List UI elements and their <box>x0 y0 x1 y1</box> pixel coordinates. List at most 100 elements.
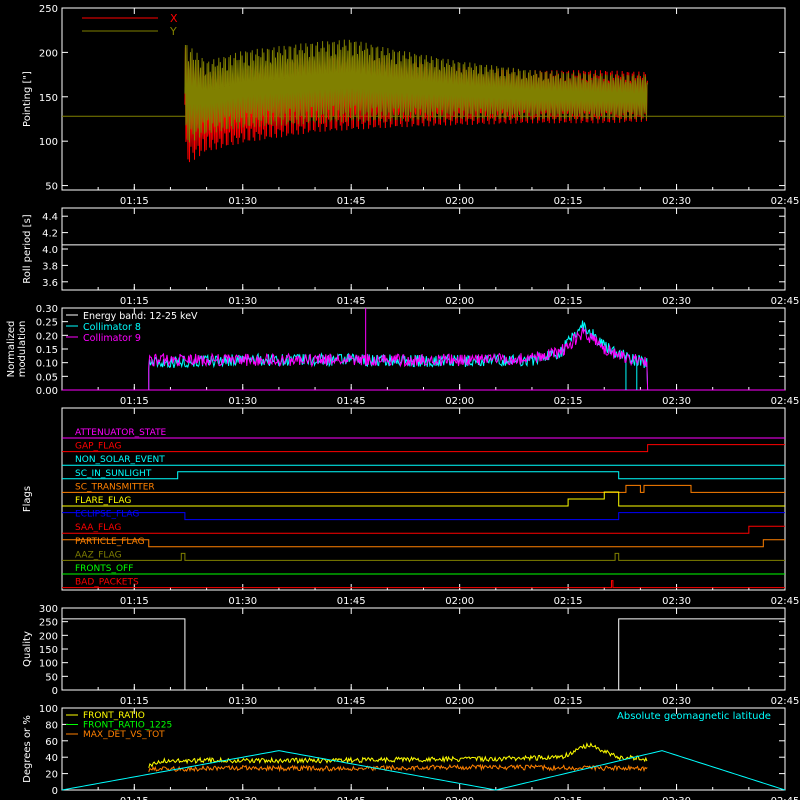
modulation-xtick-label: 02:15 <box>554 396 583 407</box>
flags-xtick-label: 01:15 <box>120 596 149 607</box>
ratios-xtick-label: 02:30 <box>662 796 691 800</box>
quality-ytick-label: 50 <box>45 672 58 683</box>
modulation-xtick-label: 01:15 <box>120 396 149 407</box>
flags-xtick-label: 01:45 <box>337 596 366 607</box>
modulation-ytick-label: 0.25 <box>36 318 58 329</box>
quality-xtick-label: 01:45 <box>337 696 366 707</box>
ratios-ytick-label: 20 <box>45 770 58 781</box>
flag-label-eclipse_flag: ECLIPSE_FLAG <box>75 510 139 520</box>
rhessi-quicklook-chart: 01:15 01:30 01:45 02:00 02:15 02:30 02:45 50 100… <box>0 0 800 800</box>
flag-label-flare_flag: FLARE_FLAG <box>75 496 131 506</box>
quality-ytick-label: 300 <box>39 604 58 615</box>
flag-label-non_solar_event: NON_SOLAR_EVENT <box>75 455 165 465</box>
ratio-legend-label: MAX_DET_VS_TOT <box>83 730 165 740</box>
flag-label-bad_packets: BAD_PACKETS <box>75 578 139 588</box>
modulation-xtick-label: 02:45 <box>771 396 800 407</box>
legend-label-x: X <box>170 12 178 25</box>
ratios-ytick-label: 80 <box>45 720 58 731</box>
legend-label-y: Y <box>169 25 177 38</box>
flags-xtick-label: 02:00 <box>445 596 474 607</box>
roll-ytick-label: 4.0 <box>42 245 58 256</box>
modulation-ylabel-line2: modulation <box>17 321 28 378</box>
roll-xtick-label: 01:45 <box>337 296 366 307</box>
ratio-legend-label: FRONT_RATIO_1225 <box>83 721 172 731</box>
quality-xtick-label: 02:30 <box>662 696 691 707</box>
roll-ytick-label: 3.6 <box>42 278 58 289</box>
quality-ytick-label: 100 <box>39 659 58 670</box>
roll-ytick-label: 4.2 <box>42 229 58 240</box>
pointing-xtick-label: 02:30 <box>662 196 691 207</box>
flags-xtick-label: 02:30 <box>662 596 691 607</box>
modulation-xtick-label: 02:30 <box>662 396 691 407</box>
modulation-xtick-label: 01:30 <box>228 396 257 407</box>
modulation-ytick-label: 0.20 <box>36 331 58 342</box>
geomagnetic-latitude-label: Absolute geomagnetic latitude <box>617 711 771 722</box>
roll-xtick-label: 02:45 <box>771 296 800 307</box>
flag-label-saa_flag: SAA_FLAG <box>75 523 121 533</box>
flag-label-sc_transmitter: SC_TRANSMITTER <box>75 482 155 492</box>
modulation-xtick-label: 02:00 <box>445 396 474 407</box>
pointing-xtick-label: 01:30 <box>228 196 257 207</box>
ratios-ylabel: Degrees or % <box>22 715 33 783</box>
roll-ylabel: Roll period [s] <box>22 214 33 283</box>
ratios-ytick-label: 100 <box>39 704 58 715</box>
modulation-ytick-label: 0.05 <box>36 372 58 383</box>
modulation-ytick-label: 0.10 <box>36 359 58 370</box>
pointing-ytick-label: 250 <box>39 4 58 15</box>
pointing-ytick-label: 150 <box>39 93 58 104</box>
pointing-ytick-label: 100 <box>39 137 58 148</box>
ratio-legend-label: FRONT_RATIO <box>83 711 145 721</box>
ratios-ytick-label: 40 <box>45 753 58 764</box>
flags-xtick-label: 02:15 <box>554 596 583 607</box>
quality-xtick-label: 02:45 <box>771 696 800 707</box>
modulation-legend-label: Collimator 8 <box>83 322 141 333</box>
flag-label-sc_in_sunlight: SC_IN_SUNLIGHT <box>75 469 152 479</box>
roll-ytick-label: 4.4 <box>42 212 58 223</box>
modulation-legend-label: Energy band: 12-25 keV <box>83 311 198 322</box>
quality-xtick-label: 01:30 <box>228 696 257 707</box>
quality-xtick-label: 02:15 <box>554 696 583 707</box>
roll-xtick-label: 01:15 <box>120 296 149 307</box>
modulation-ytick-label: 0.30 <box>36 304 58 315</box>
pointing-ylabel: Pointing ["] <box>22 71 33 127</box>
flag-label-gap_flag: GAP_FLAG <box>75 442 121 452</box>
quality-xtick-label: 01:15 <box>120 696 149 707</box>
ratios-xtick-label: 02:00 <box>445 796 474 800</box>
quality-ytick-label: 150 <box>39 645 58 656</box>
flag-label-attenuator_state: ATTENUATOR_STATE <box>75 428 167 438</box>
roll-xtick-label: 02:15 <box>554 296 583 307</box>
modulation-xtick-label: 01:45 <box>337 396 366 407</box>
modulation-ytick-label: 0.15 <box>36 345 58 356</box>
flags-xtick-label: 02:45 <box>771 596 800 607</box>
pointing-xtick-label: 02:45 <box>771 196 800 207</box>
flag-label-particle_flag: PARTICLE_FLAG <box>75 537 145 547</box>
ratios-ytick-label: 60 <box>45 737 58 748</box>
quality-ylabel: Quality <box>22 631 33 667</box>
flag-label-fronts_off: FRONTS_OFF <box>75 564 133 574</box>
ratios-xtick-label: 01:30 <box>228 796 257 800</box>
quality-ytick-label: 200 <box>39 631 58 642</box>
roll-xtick-label: 02:00 <box>445 296 474 307</box>
ratios-xtick-label: 01:45 <box>337 796 366 800</box>
pointing-xtick-label: 01:45 <box>337 196 366 207</box>
ratios-xtick-label: 02:15 <box>554 796 583 800</box>
ratios-xtick-label: 01:15 <box>120 796 149 800</box>
quality-xtick-label: 02:00 <box>445 696 474 707</box>
roll-xtick-label: 02:30 <box>662 296 691 307</box>
quality-ytick-label: 0 <box>52 686 58 697</box>
flags-xtick-label: 01:30 <box>228 596 257 607</box>
quality-ytick-label: 250 <box>39 618 58 629</box>
pointing-ytick-label: 200 <box>39 48 58 59</box>
flags-ylabel: Flags <box>22 486 33 512</box>
modulation-ylabel-line1: Normalized <box>6 321 17 378</box>
pointing-ytick-label: 50 <box>45 182 58 193</box>
modulation-legend-label: Collimator 9 <box>83 333 141 344</box>
pointing-xtick-label: 02:00 <box>445 196 474 207</box>
modulation-ytick-label: 0.00 <box>36 386 58 397</box>
ratios-xtick-label: 02:45 <box>771 796 800 800</box>
roll-xtick-label: 01:30 <box>228 296 257 307</box>
pointing-xtick-label: 01:15 <box>120 196 149 207</box>
flag-label-aaz_flag: AAZ_FLAG <box>75 550 122 560</box>
roll-ytick-label: 3.8 <box>42 261 58 272</box>
pointing-xtick-label: 02:15 <box>554 196 583 207</box>
